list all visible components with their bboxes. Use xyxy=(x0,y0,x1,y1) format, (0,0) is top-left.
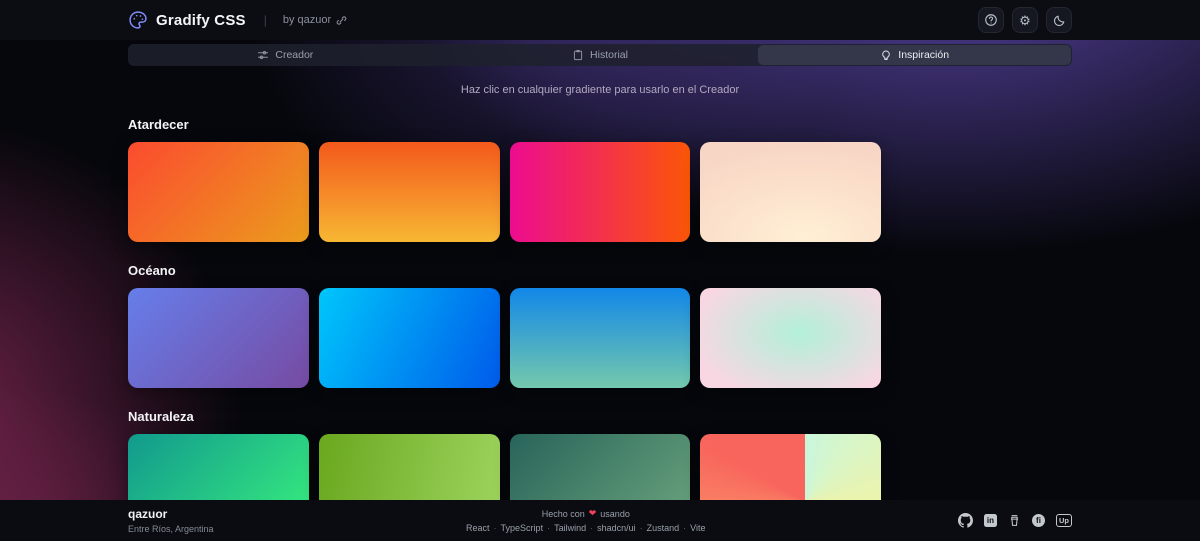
header-actions: ⚙ xyxy=(978,7,1072,33)
heart-icon: ❤ xyxy=(588,508,597,518)
tech-separator: · xyxy=(547,523,551,533)
section-title: Océano xyxy=(128,263,176,278)
gradient-card[interactable] xyxy=(318,288,500,388)
tech-separator: · xyxy=(639,523,643,533)
byline[interactable]: by qazuor xyxy=(283,14,347,26)
settings-icon: ⚙ xyxy=(1019,12,1031,28)
app-footer: qazuor Entre Ríos, Argentina Hecho con ❤… xyxy=(0,500,1200,541)
gradient-card[interactable] xyxy=(509,142,691,242)
footer-author: qazuor xyxy=(128,507,168,521)
tab-inspiracion[interactable]: Inspiración xyxy=(758,45,1072,65)
link-icon xyxy=(336,15,347,26)
made-with-prefix: Hecho con xyxy=(541,508,585,519)
tech-stack: React · TypeScript · Tailwind · shadcn/ui · Zust… xyxy=(466,523,705,533)
app-title: Gradify CSS xyxy=(156,11,246,29)
footer-credits: Hecho con ❤ usando React · TypeScript · Tail… xyxy=(466,508,705,533)
tab-label: Creador xyxy=(275,49,314,61)
section-atardecer: Atardecer xyxy=(128,117,1072,242)
tech-separator: · xyxy=(590,523,594,533)
tech-item: Tailwind xyxy=(554,523,587,533)
gradient-card[interactable] xyxy=(318,142,500,242)
gradient-grid xyxy=(128,288,1072,388)
lightbulb-icon xyxy=(880,49,892,61)
subtitle: Haz clic en cualquier gradiente para usa… xyxy=(460,84,740,96)
gradient-card[interactable] xyxy=(128,288,309,388)
palette-icon xyxy=(128,10,148,30)
upwork-icon[interactable]: Up xyxy=(1055,514,1072,527)
theme-toggle-button[interactable] xyxy=(1046,7,1072,33)
gradient-sections: Atardecer Océano Naturaleza xyxy=(128,117,1072,534)
tech-separator: · xyxy=(493,523,497,533)
fiverr-icon[interactable]: fi xyxy=(1031,514,1045,527)
section-oceano: Océano xyxy=(128,263,1072,388)
footer-author-block: qazuor Entre Ríos, Argentina xyxy=(128,507,214,534)
tab-creador[interactable]: Creador xyxy=(129,45,442,65)
gradient-card[interactable] xyxy=(700,142,882,242)
help-button[interactable] xyxy=(978,7,1004,33)
section-title: Atardecer xyxy=(128,117,189,132)
tech-item: Vite xyxy=(690,523,706,533)
brand: Gradify CSS | by qazuor xyxy=(128,10,347,30)
coffee-icon[interactable] xyxy=(1008,514,1021,527)
social-links: in fi Up xyxy=(957,513,1072,528)
gradient-card[interactable] xyxy=(128,142,309,242)
section-title: Naturaleza xyxy=(128,409,194,424)
gradient-grid xyxy=(128,142,1072,242)
settings-button[interactable]: ⚙ xyxy=(1012,7,1038,33)
made-with-suffix: usando xyxy=(600,508,630,519)
app-header: Gradify CSS | by qazuor ⚙ xyxy=(0,0,1200,40)
sliders-icon xyxy=(257,49,269,61)
main-content: Creador Historial Inspiración Haz clic en … xyxy=(128,44,1072,534)
tab-historial[interactable]: Historial xyxy=(444,45,757,65)
footer-location: Entre Ríos, Argentina xyxy=(128,524,214,534)
tech-item: TypeScript xyxy=(500,523,544,533)
linkedin-icon[interactable]: in xyxy=(983,514,997,527)
github-icon[interactable] xyxy=(957,513,973,528)
tab-label: Inspiración xyxy=(898,49,950,61)
brand-separator: | xyxy=(263,13,267,27)
tech-item: Zustand xyxy=(646,523,680,533)
tab-label: Historial xyxy=(590,49,628,61)
tech-item: React xyxy=(466,523,490,533)
byline-text: by qazuor xyxy=(282,14,332,26)
moon-icon xyxy=(1053,14,1066,27)
gradient-card[interactable] xyxy=(700,288,882,388)
tech-item: shadcn/ui xyxy=(597,523,636,533)
help-icon xyxy=(984,13,998,27)
clipboard-icon xyxy=(572,49,584,61)
gradient-card[interactable] xyxy=(509,288,691,388)
tab-bar: Creador Historial Inspiración xyxy=(128,44,1072,66)
tech-separator: · xyxy=(683,523,687,533)
